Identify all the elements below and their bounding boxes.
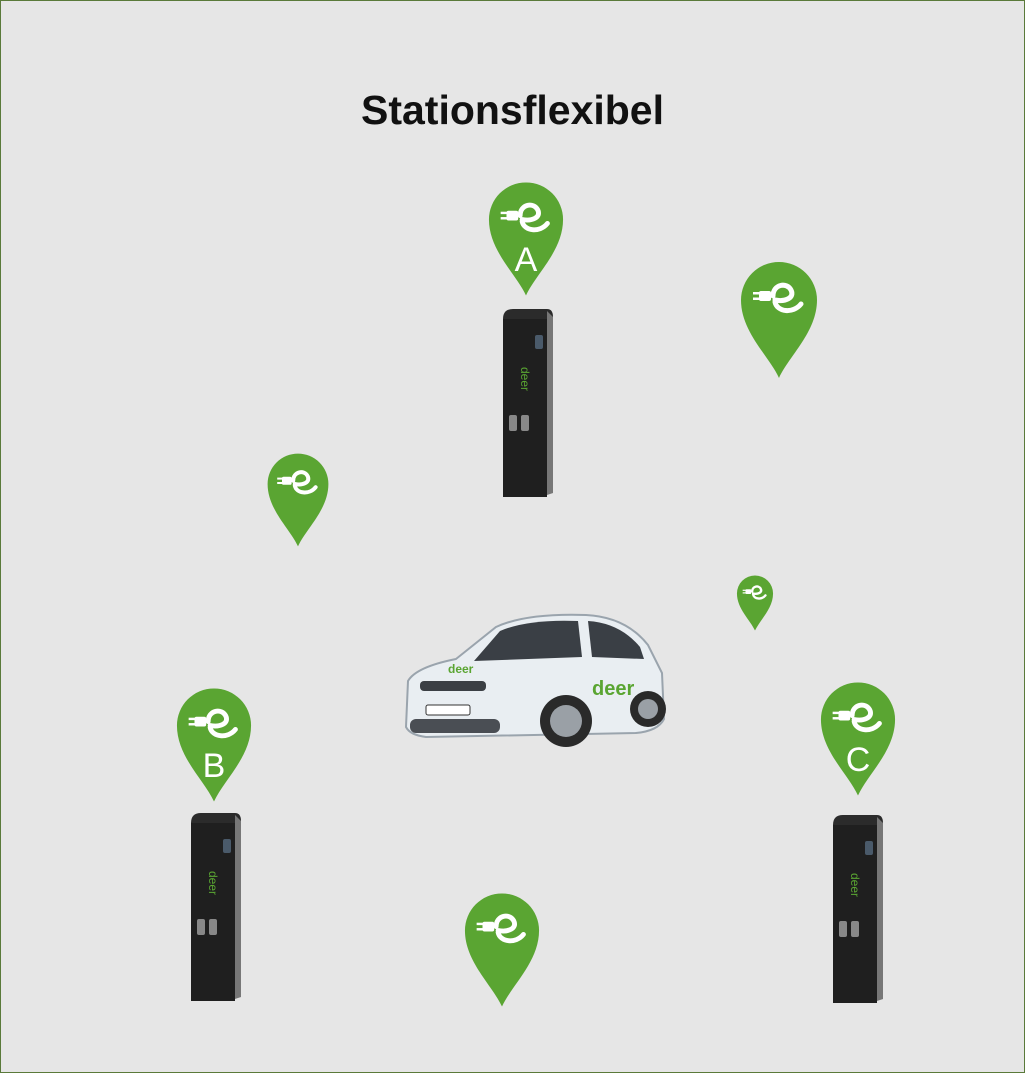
map-pin bbox=[736, 574, 774, 632]
map-pin bbox=[463, 889, 541, 1011]
plug-logo-icon bbox=[487, 179, 565, 299]
canvas: Stationsflexibel A B C deer deer bbox=[0, 0, 1025, 1073]
charging-station-c bbox=[827, 813, 887, 1003]
plug-logo-icon bbox=[819, 679, 897, 799]
plug-logo-icon bbox=[266, 451, 330, 549]
charging-station-a bbox=[497, 307, 557, 497]
map-pin-b: B bbox=[175, 685, 253, 805]
svg-text:deer: deer bbox=[448, 662, 474, 676]
charging-station-b bbox=[185, 811, 245, 1001]
electric-car: deer deer bbox=[396, 609, 668, 759]
plug-logo-icon bbox=[175, 685, 253, 805]
pin-label-b: B bbox=[202, 747, 226, 785]
pin-label-a: A bbox=[514, 241, 538, 279]
map-pin bbox=[266, 451, 330, 549]
electric-car-icon: deer deer bbox=[404, 613, 666, 747]
map-pin-a: A bbox=[487, 179, 565, 299]
map-pin-c: C bbox=[819, 679, 897, 799]
plug-logo-icon bbox=[739, 259, 819, 381]
charging-station-icon bbox=[497, 307, 557, 497]
page-title: Stationsflexibel bbox=[360, 87, 664, 133]
charging-station-icon bbox=[185, 811, 245, 1001]
charging-station-icon bbox=[827, 813, 887, 1003]
map-pin bbox=[739, 259, 819, 381]
pin-label-c: C bbox=[845, 741, 871, 779]
svg-text:deer: deer bbox=[592, 678, 634, 700]
plug-logo-icon bbox=[736, 574, 774, 632]
plug-logo-icon bbox=[463, 889, 541, 1011]
